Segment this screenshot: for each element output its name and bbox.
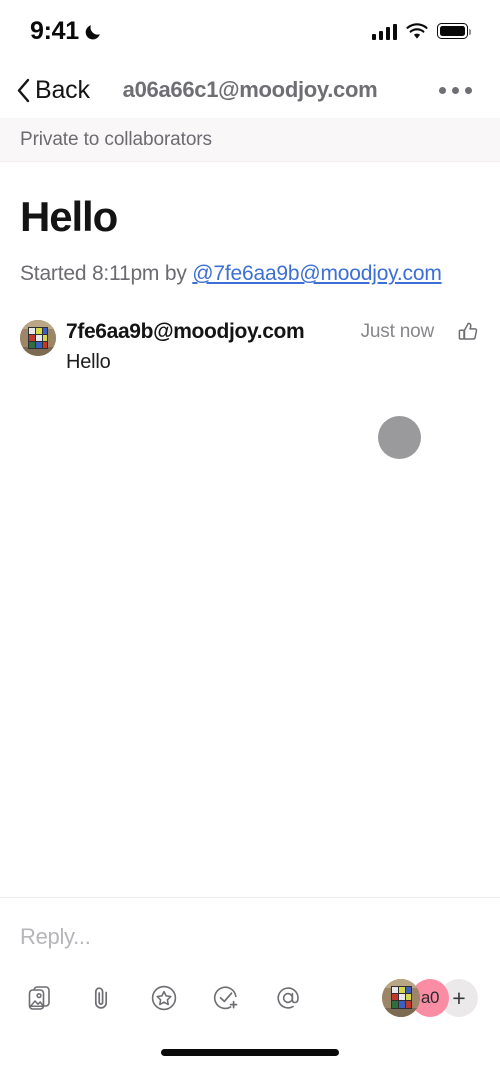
thread-content: Hello Started 8:11pm by @7fe6aa9b@moodjo…: [0, 162, 500, 897]
thread-title: Hello: [20, 193, 118, 240]
reply-input-row[interactable]: Reply...: [0, 898, 500, 950]
composer-toolbar: a0 +: [0, 950, 500, 1024]
message-row: 7fe6aa9b@moodjoy.com Just now Hello: [20, 320, 480, 374]
participants-group: a0 +: [382, 979, 482, 1017]
status-bar-left: 9:41: [30, 17, 103, 46]
more-horizontal-icon[interactable]: [437, 79, 474, 102]
wifi-icon: [406, 22, 428, 40]
thread-subtitle: Started 8:11pm by @7fe6aa9b@moodjoy.com: [20, 262, 480, 286]
user-avatar[interactable]: [20, 320, 56, 357]
back-label: Back: [35, 75, 90, 104]
thumbs-up-icon[interactable]: [456, 320, 480, 344]
at-mention-circle-icon[interactable]: [266, 976, 310, 1020]
status-bar-right: [371, 22, 472, 40]
floating-dot-indicator[interactable]: [378, 416, 421, 459]
message-body: 7fe6aa9b@moodjoy.com Just now Hello: [66, 320, 480, 374]
phone-screen: 9:41 Back a06a66c1@moodjoy.com Private t…: [0, 0, 500, 1080]
message-timestamp: Just now: [360, 321, 435, 343]
privacy-banner-label: Private to collaborators: [20, 128, 212, 150]
message-header: 7fe6aa9b@moodjoy.com Just now: [66, 320, 480, 344]
photos-icon[interactable]: [18, 976, 62, 1020]
chevron-left-icon: [16, 78, 31, 103]
home-indicator-area: [0, 1024, 500, 1080]
star-circle-icon[interactable]: [142, 976, 186, 1020]
home-indicator: [161, 1048, 339, 1056]
participant-avatar-photo[interactable]: [382, 979, 420, 1017]
reply-input[interactable]: Reply...: [20, 924, 91, 949]
thread-started-label: Started 8:11pm by: [20, 262, 193, 286]
status-time: 9:41: [30, 16, 79, 45]
plus-icon: +: [452, 984, 466, 1011]
crescent-moon-icon: [84, 22, 103, 41]
back-button[interactable]: Back: [10, 72, 96, 109]
privacy-banner: Private to collaborators: [0, 118, 500, 162]
battery-full-icon: [437, 23, 472, 39]
navigation-bar: Back a06a66c1@moodjoy.com: [0, 62, 500, 118]
paperclip-icon[interactable]: [80, 976, 124, 1020]
cellular-signal-icon: [371, 23, 397, 40]
status-bar: 9:41: [0, 0, 500, 62]
thread-author-mention[interactable]: @7fe6aa9b@moodjoy.com: [192, 262, 442, 285]
reply-composer: Reply... a0 +: [0, 897, 500, 1080]
check-circle-plus-icon[interactable]: [204, 976, 248, 1020]
message-text: Hello: [66, 351, 111, 374]
message-author: 7fe6aa9b@moodjoy.com: [66, 320, 305, 344]
